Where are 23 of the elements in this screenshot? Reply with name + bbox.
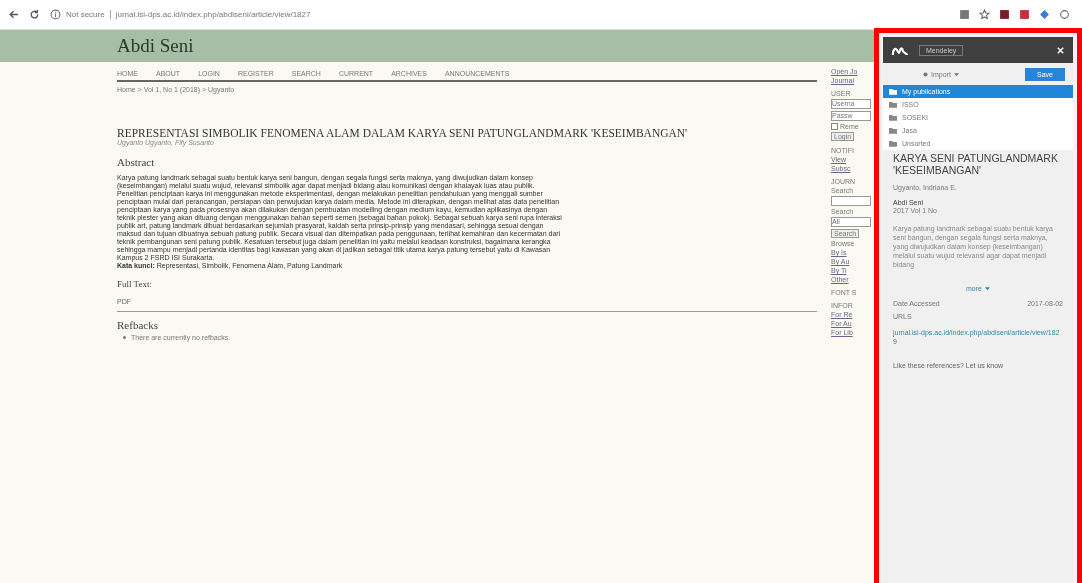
info-icon [50, 9, 61, 20]
close-icon[interactable] [1056, 45, 1065, 55]
caret-icon [953, 72, 959, 77]
extension-icon[interactable] [1019, 9, 1030, 20]
back-icon[interactable] [8, 9, 19, 20]
site-title[interactable]: Abdi Seni [117, 35, 194, 57]
sidebar-field[interactable] [831, 196, 871, 206]
logo-icon [891, 44, 909, 56]
refbacks-heading: Refbacks [117, 319, 159, 331]
url-text: jurnal.isi-dps.ac.id/index.php/abdiseni/article/view/1827 [115, 10, 311, 19]
star-icon[interactable] [979, 9, 990, 20]
address-bar[interactable]: Not secure jurnal.isi-dps.ac.id/index.php/abdiseni/article/view/1827 [50, 9, 949, 20]
article-title: REPRESENTASI SIMBOLIK FENOMENA ALAM DALAM KARYA SENI PATUNGLANDMARK 'KESEIMBANGAN' [117, 127, 689, 139]
reference-title: KARYA SENI PATUNGLANDMARK 'KESEIMBANGAN' [892, 151, 1059, 178]
reload-icon[interactable] [29, 9, 40, 20]
dot-icon [923, 72, 928, 77]
extension-icon[interactable] [999, 9, 1010, 20]
abstract-heading: Abstract [117, 156, 156, 168]
remember-checkbox[interactable] [831, 123, 838, 130]
fulltext-heading: Full Text: [117, 279, 153, 289]
bullet-icon [123, 336, 126, 339]
security-label: Not secure [66, 10, 105, 19]
caret-icon [984, 286, 990, 291]
